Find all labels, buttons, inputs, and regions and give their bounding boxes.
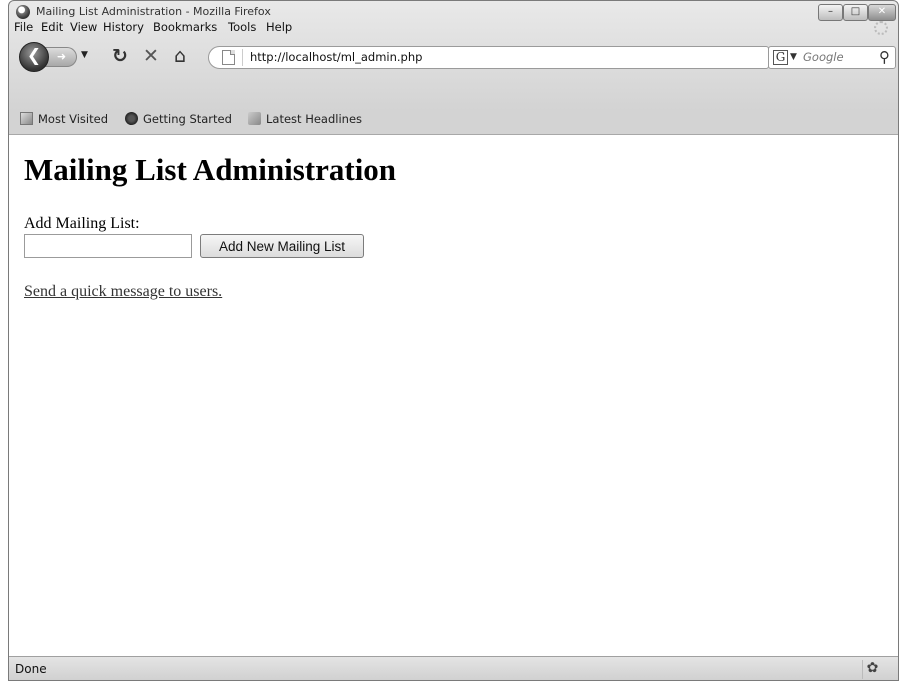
mailing-list-name-input[interactable] [24,234,192,258]
loading-throbber-icon [874,21,888,35]
most-visited-icon [20,112,33,125]
menu-file[interactable]: File [14,20,33,34]
url-text[interactable]: http://localhost/ml_admin.php [250,50,422,64]
bookmark-getting-started[interactable]: Getting Started [125,112,232,126]
navigation-toolbar: ➜ ❮ ▼ ↻ ✕ ⌂ http://localhost/ml_admin.ph… [9,39,898,73]
addon-status-icon[interactable]: ✿ [862,660,882,679]
firefox-icon [16,5,30,19]
back-arrow-icon[interactable]: ❮ [19,42,49,72]
page-title: Mailing List Administration [24,152,397,187]
status-bar: Done ✿ [9,656,898,680]
engine-dropdown-icon[interactable]: ▼ [790,52,797,62]
page-icon [222,50,235,65]
search-icon[interactable]: ⚲ [879,48,890,66]
search-input[interactable]: Google [803,50,844,64]
menu-history[interactable]: History [103,20,144,34]
add-new-mailing-list-button[interactable]: Add New Mailing List [200,234,364,258]
menu-bar: File Edit View History Bookmarks Tools H… [9,18,898,38]
add-mailing-list-label: Add Mailing List: [24,215,140,232]
rss-feed-icon [248,112,261,125]
bookmark-label: Most Visited [38,112,108,126]
menu-tools[interactable]: Tools [228,20,256,34]
page-content: Mailing List Administration Add Mailing … [9,134,898,656]
bookmark-label: Getting Started [143,112,232,126]
address-bar[interactable]: http://localhost/ml_admin.php ☆ ▼ [208,46,769,69]
stop-icon[interactable]: ✕ [143,45,159,67]
getting-started-icon [125,112,138,125]
reload-icon[interactable]: ↻ [112,45,128,67]
menu-help[interactable]: Help [266,20,292,34]
menu-edit[interactable]: Edit [41,20,63,34]
bookmark-latest-headlines[interactable]: Latest Headlines [248,112,362,126]
history-dropdown-icon[interactable]: ▼ [81,50,88,60]
window-title: Mailing List Administration - Mozilla Fi… [36,5,271,18]
menu-bookmarks[interactable]: Bookmarks [153,20,217,34]
bookmark-label: Latest Headlines [266,112,363,126]
send-quick-message-link[interactable]: Send a quick message to users. [24,283,222,301]
address-separator [242,49,243,66]
status-text: Done [15,662,47,676]
menu-view[interactable]: View [70,20,97,34]
search-bar[interactable]: G ▼ Google ⚲ [768,46,896,69]
home-icon[interactable]: ⌂ [174,45,186,67]
bookmark-most-visited[interactable]: Most Visited [20,112,108,126]
browser-window: Mailing List Administration - Mozilla Fi… [8,0,899,681]
bookmarks-toolbar: Most Visited Getting Started Latest Head… [9,107,898,133]
search-engine-icon[interactable]: G [773,50,788,65]
